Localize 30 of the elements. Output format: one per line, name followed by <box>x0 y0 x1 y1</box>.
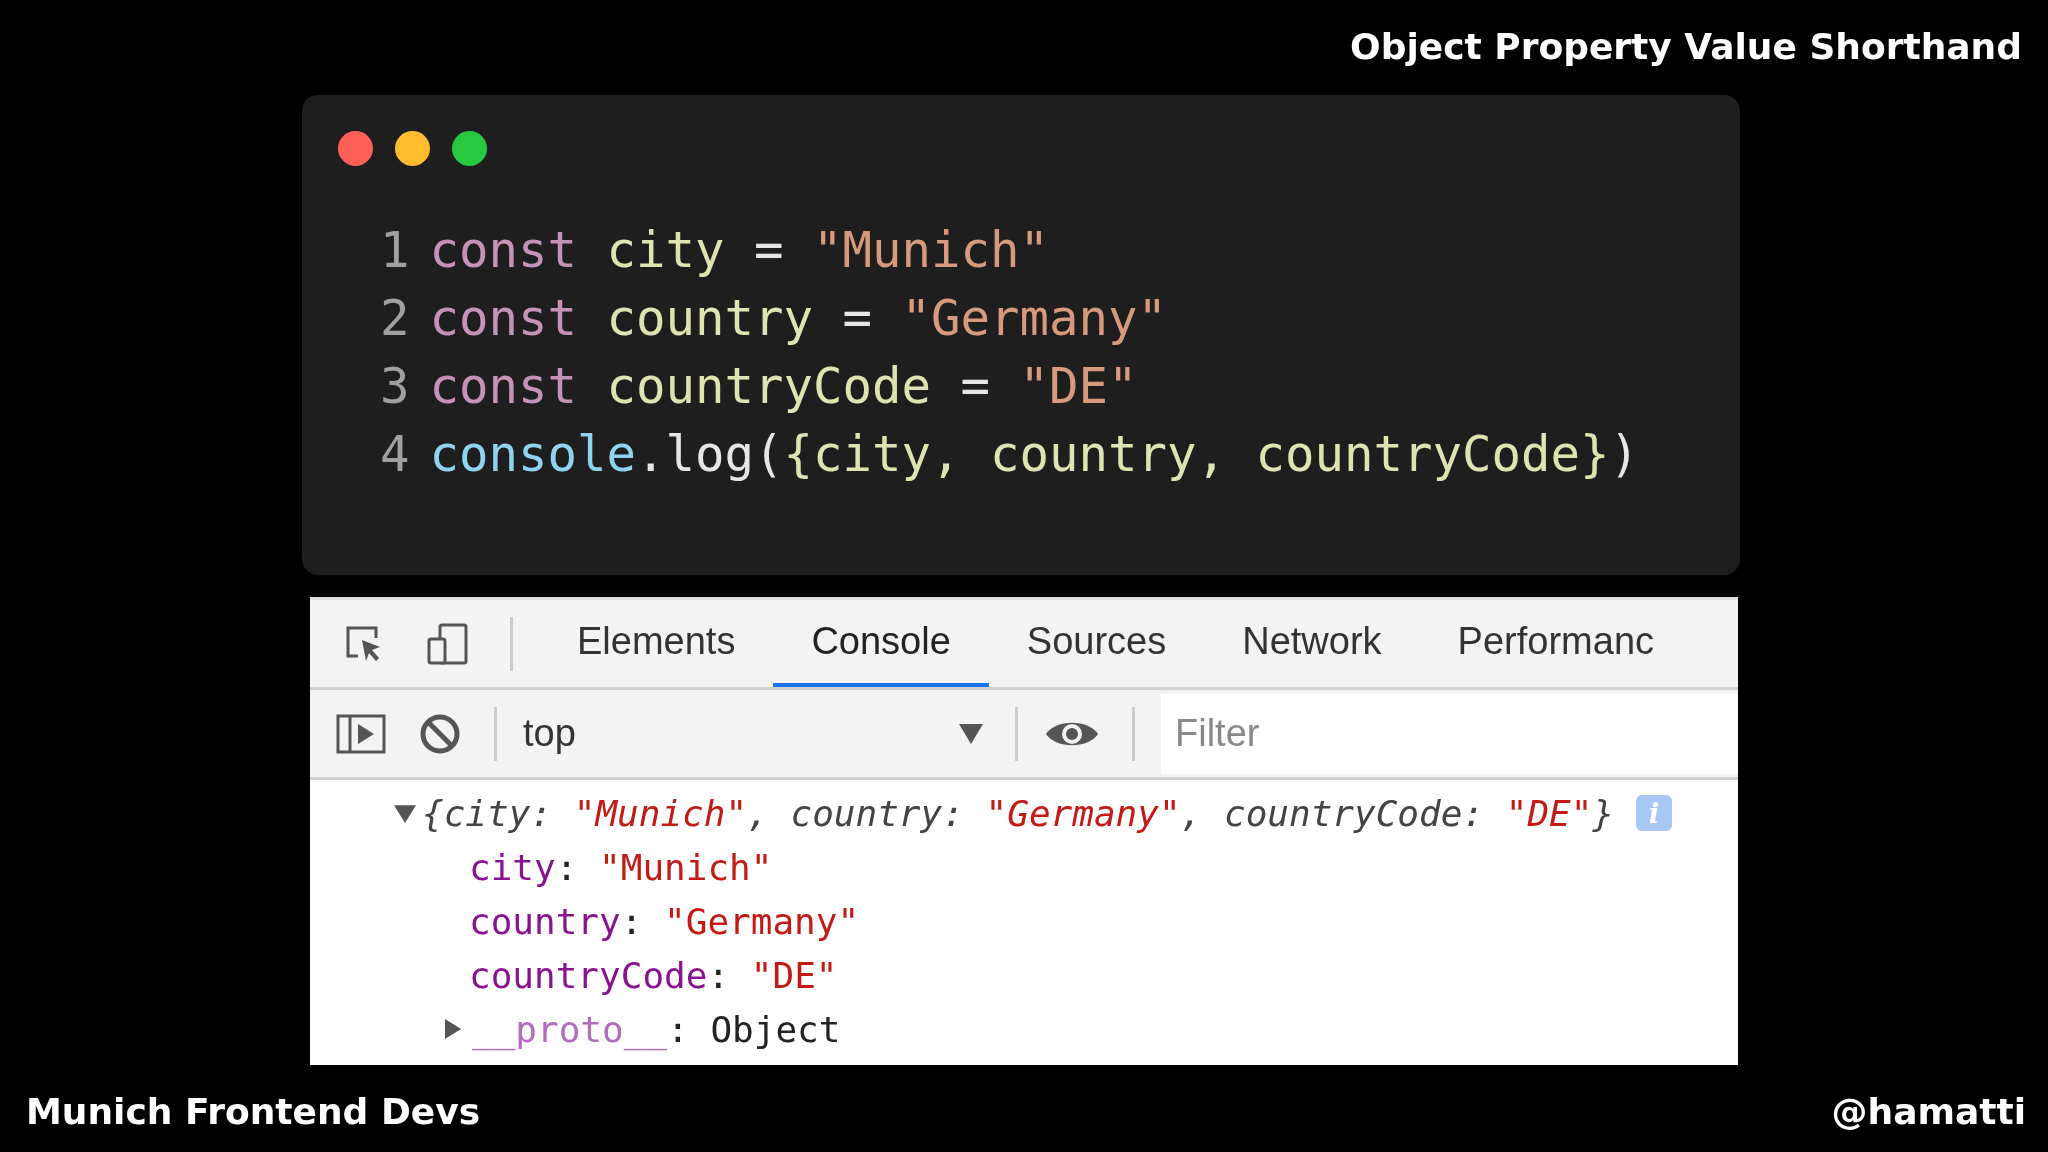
line-number: 4 <box>380 425 410 483</box>
object-property: city: "Munich" <box>469 846 773 888</box>
info-badge: i <box>1636 795 1673 831</box>
object-summary: {city: "Munich", country: "Germany", countryCode: "DE"} <box>422 792 1615 834</box>
line-number: 1 <box>380 221 410 279</box>
maximize-dot-icon <box>452 131 487 166</box>
slide-title: Object Property Value Shorthand <box>1350 26 2022 69</box>
object-property: country: "Germany" <box>469 900 860 942</box>
line-number: 2 <box>380 289 410 347</box>
expanded-triangle-icon[interactable] <box>394 802 416 824</box>
devtools-tab[interactable]: Elements <box>539 600 774 687</box>
code-line: const country = "Germany" <box>429 289 1168 347</box>
code-line: const countryCode = "DE" <box>429 357 1138 415</box>
devtools-tab[interactable]: Performanc <box>1419 600 1692 687</box>
close-dot-icon <box>338 131 373 166</box>
footer-handle: @hamatti <box>1831 1091 2026 1132</box>
footer-text: Munich Frontend Devs <box>26 1091 481 1132</box>
minimize-dot-icon <box>395 131 430 166</box>
line-number: 3 <box>380 357 410 415</box>
prototype-property: __proto__: Object <box>472 1008 841 1050</box>
devtools-tab[interactable]: Network <box>1204 600 1420 687</box>
code-line: const city = "Munich" <box>429 221 1050 279</box>
dropdown-caret-icon <box>959 723 983 744</box>
context-dropdown[interactable]: top <box>523 712 1003 755</box>
filter-field[interactable]: Filter <box>1161 693 1738 774</box>
device-toolbar-icon[interactable] <box>426 621 470 666</box>
devtools-tab[interactable]: Sources <box>988 600 1205 687</box>
code-line: console.log({city, country, countryCode}) <box>429 425 1640 483</box>
object-property: countryCode: "DE" <box>469 954 838 996</box>
collapsed-triangle-icon[interactable] <box>442 1019 462 1039</box>
